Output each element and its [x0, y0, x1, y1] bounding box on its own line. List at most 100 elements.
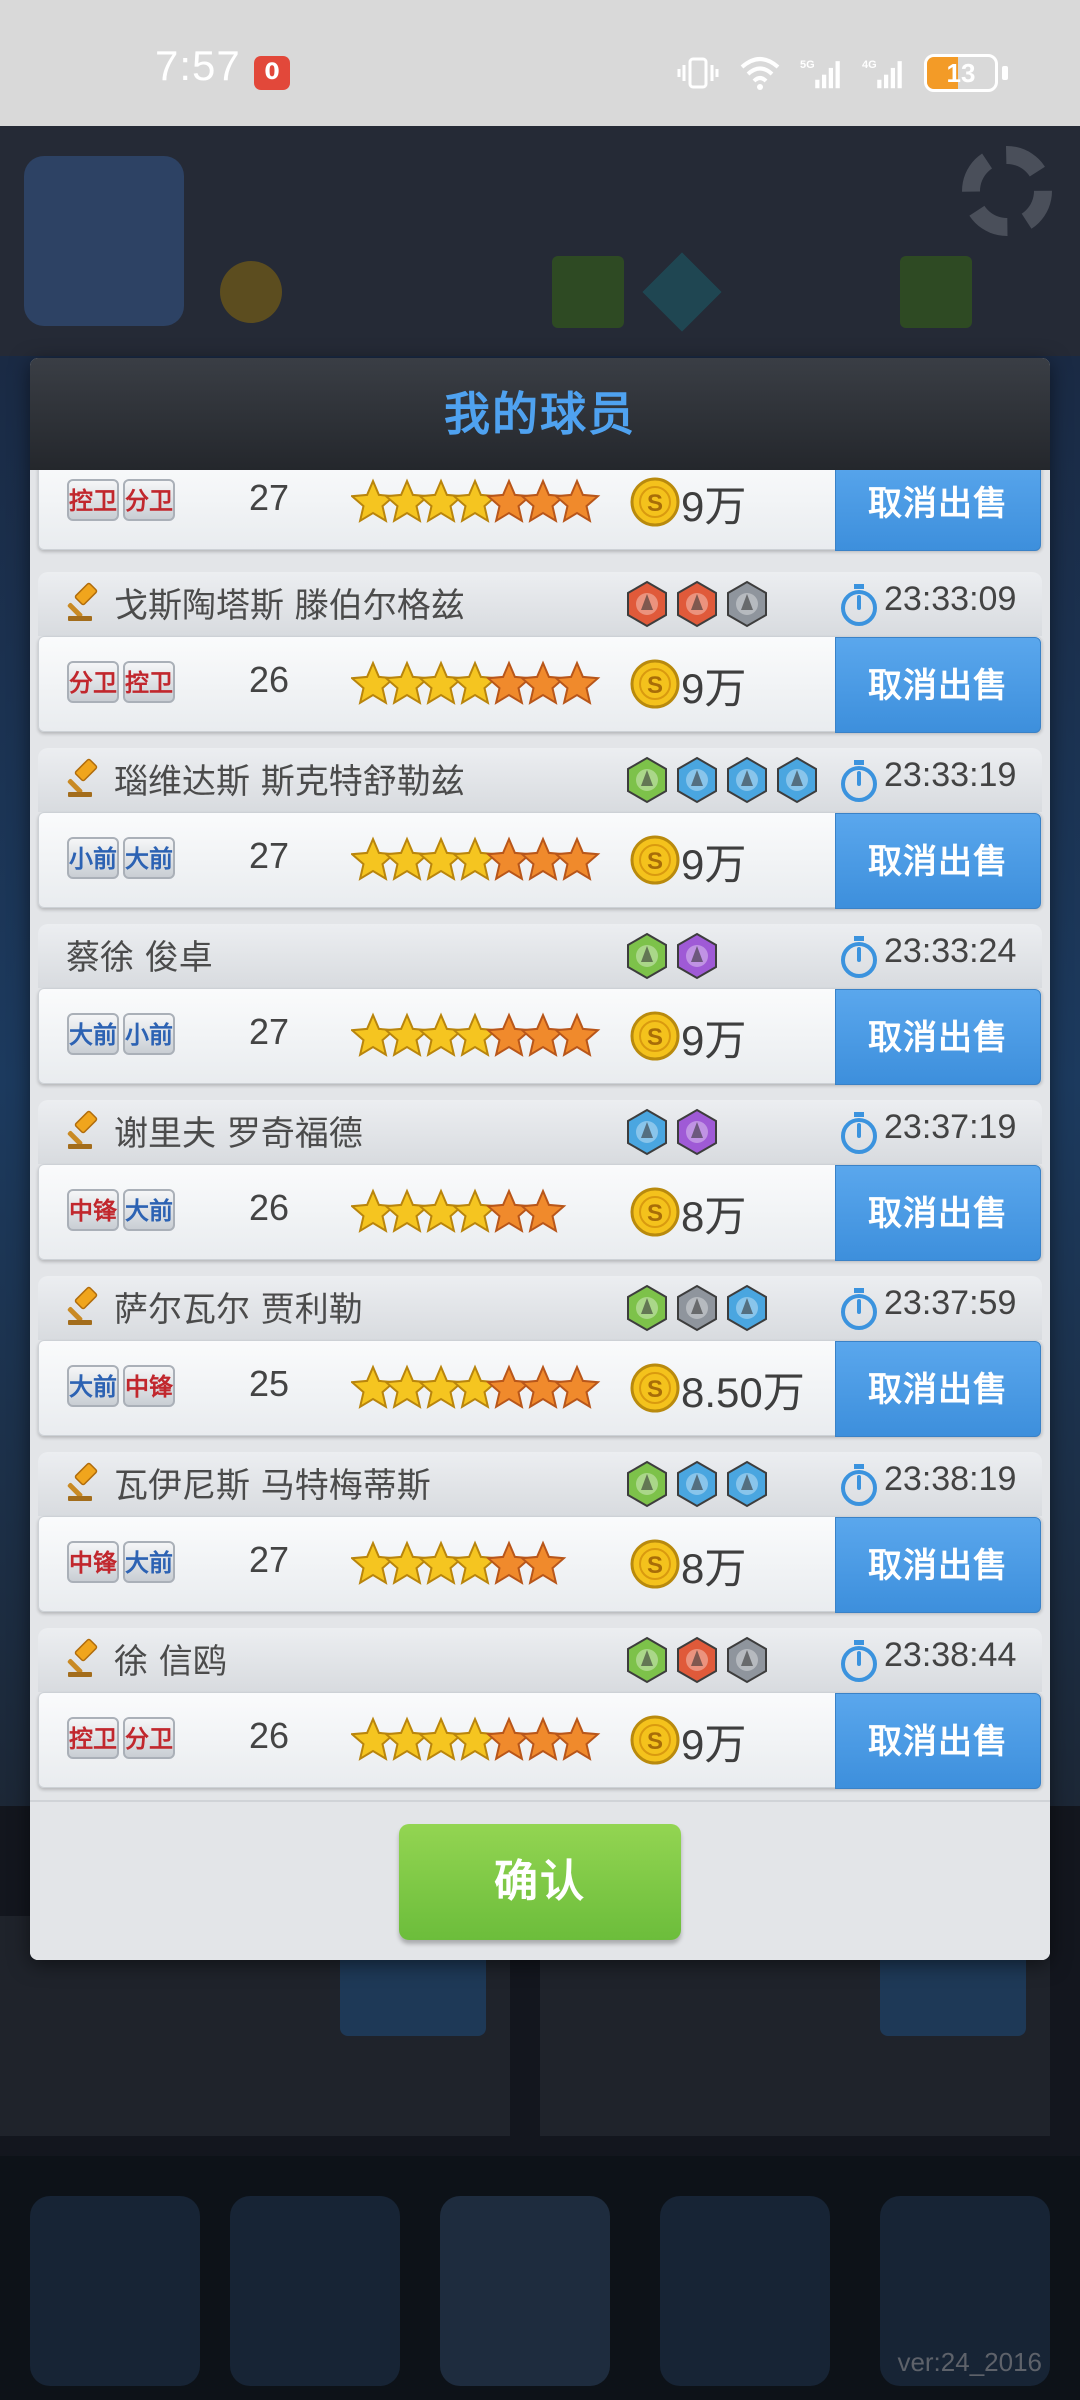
svg-text:S: S [647, 1024, 663, 1051]
position-tag: 控卫 [67, 1717, 119, 1759]
skill-badge-icon [677, 1460, 717, 1508]
star-rating [351, 660, 601, 705]
player-name: 蔡徐 俊卓 [66, 938, 213, 978]
stopwatch-icon [841, 1464, 877, 1506]
svg-text:S: S [647, 848, 663, 875]
star-rating [351, 1716, 601, 1761]
confirm-button[interactable]: 确认 [399, 1824, 681, 1940]
star-icon [417, 1188, 465, 1233]
stopwatch-icon [841, 760, 877, 802]
battery-level: 13 [946, 58, 976, 88]
star-icon [451, 836, 499, 881]
star-icon [351, 1540, 397, 1585]
player-age: 25 [249, 1363, 290, 1404]
star-icon [451, 1540, 499, 1585]
position-tag: 中锋 [67, 1541, 119, 1583]
add-gem-button [900, 256, 972, 328]
player-age: 27 [249, 1539, 290, 1580]
position-tag: 大前 [123, 837, 175, 879]
dialog-footer: 确认 [30, 1800, 1050, 1960]
gem-icon [642, 252, 722, 332]
cancel-sale-button[interactable]: 取消出售 [835, 813, 1041, 909]
player-age: 27 [249, 835, 290, 876]
player-list[interactable]: 控卫 分卫 27 S 9万 取消出售 戈斯陶塔斯 滕伯尔格兹 23:33:09 分卫 控卫 26 S 9… [30, 470, 1050, 1800]
skill-badge-icon [677, 756, 717, 804]
star-icon [383, 660, 431, 705]
star-icon [451, 1716, 499, 1761]
star-rating [351, 1540, 567, 1585]
star-icon [383, 1716, 431, 1761]
gear-icon [962, 146, 1052, 236]
player-entry-header: 蔡徐 俊卓 23:33:24 [38, 924, 1042, 988]
position-tag: 小前 [123, 1013, 175, 1055]
star-icon [519, 478, 567, 523]
star-icon [485, 1540, 533, 1585]
player-name: 谢里夫 罗奇福德 [114, 1114, 363, 1154]
sale-time: 23:33:19 [884, 756, 1017, 794]
skill-badge-icon [627, 1636, 667, 1684]
status-icons: 5G 4G 13 [676, 48, 1008, 98]
svg-text:S: S [647, 490, 663, 517]
star-icon [485, 478, 533, 523]
coin-icon: S [630, 1539, 680, 1589]
player-entry-header: 谢里夫 罗奇福德 23:37:19 [38, 1100, 1042, 1164]
star-icon [351, 1012, 397, 1057]
skill-badges [623, 1636, 771, 1684]
star-icon [417, 1716, 465, 1761]
cancel-sale-button[interactable]: 取消出售 [835, 470, 1041, 551]
star-icon [485, 1364, 533, 1409]
star-icon [519, 836, 567, 881]
player-entry-body: 控卫 分卫 27 S 9万 取消出售 [38, 470, 1042, 551]
position-tag: 大前 [123, 1541, 175, 1583]
skill-badge-icon [627, 756, 667, 804]
svg-text:S: S [647, 1552, 663, 1579]
skill-badge-icon [677, 1108, 717, 1156]
skill-badge-icon [727, 1636, 767, 1684]
star-icon [519, 1364, 567, 1409]
star-icon [351, 660, 397, 705]
player-entry-header: 萨尔瓦尔 贾利勒 23:37:59 [38, 1276, 1042, 1340]
star-icon [351, 1716, 397, 1761]
wifi-icon [740, 57, 780, 90]
player-entry: 瑙维达斯 斯克特舒勒兹 23:33:19 小前 大前 27 S 9万 取消出售 [38, 748, 1042, 924]
star-icon [351, 478, 397, 523]
star-icon [451, 478, 499, 523]
cancel-sale-button[interactable]: 取消出售 [835, 1165, 1041, 1261]
star-icon [553, 1012, 601, 1057]
star-rating [351, 478, 601, 523]
cancel-sale-button[interactable]: 取消出售 [835, 1517, 1041, 1613]
star-icon [519, 1716, 567, 1761]
auction-gavel-icon [67, 758, 98, 797]
star-rating [351, 1188, 567, 1233]
star-icon [351, 1188, 397, 1233]
stopwatch-icon [841, 1640, 877, 1682]
position-tag: 中锋 [123, 1365, 175, 1407]
battery-icon: 13 [924, 54, 998, 92]
star-icon [417, 660, 465, 705]
svg-text:S: S [647, 672, 663, 699]
player-age: 27 [249, 1011, 290, 1052]
star-icon [383, 1364, 431, 1409]
cancel-sale-button[interactable]: 取消出售 [835, 1341, 1041, 1437]
coin-icon [220, 261, 282, 323]
star-icon [519, 1188, 567, 1233]
star-icon [451, 1364, 499, 1409]
player-age: 26 [249, 1715, 290, 1756]
star-icon [451, 1012, 499, 1057]
player-entry-body: 分卫 控卫 26 S 9万 取消出售 [38, 636, 1042, 733]
skill-badge-icon [677, 1284, 717, 1332]
nav-locker-icon [440, 2196, 610, 2386]
skill-badge-icon [677, 580, 717, 628]
dialog-header: 我的球员 [30, 358, 1050, 470]
position-tag: 控卫 [123, 661, 175, 703]
star-rating [351, 836, 601, 881]
cancel-sale-button[interactable]: 取消出售 [835, 637, 1041, 733]
cancel-sale-button[interactable]: 取消出售 [835, 1693, 1041, 1789]
skill-badges [623, 1460, 771, 1508]
position-tag: 分卫 [67, 661, 119, 703]
svg-text:S: S [647, 1728, 663, 1755]
battery-cap [1002, 66, 1008, 80]
cancel-sale-button[interactable]: 取消出售 [835, 989, 1041, 1085]
nav-yen-icon [230, 2196, 400, 2386]
star-icon [485, 836, 533, 881]
